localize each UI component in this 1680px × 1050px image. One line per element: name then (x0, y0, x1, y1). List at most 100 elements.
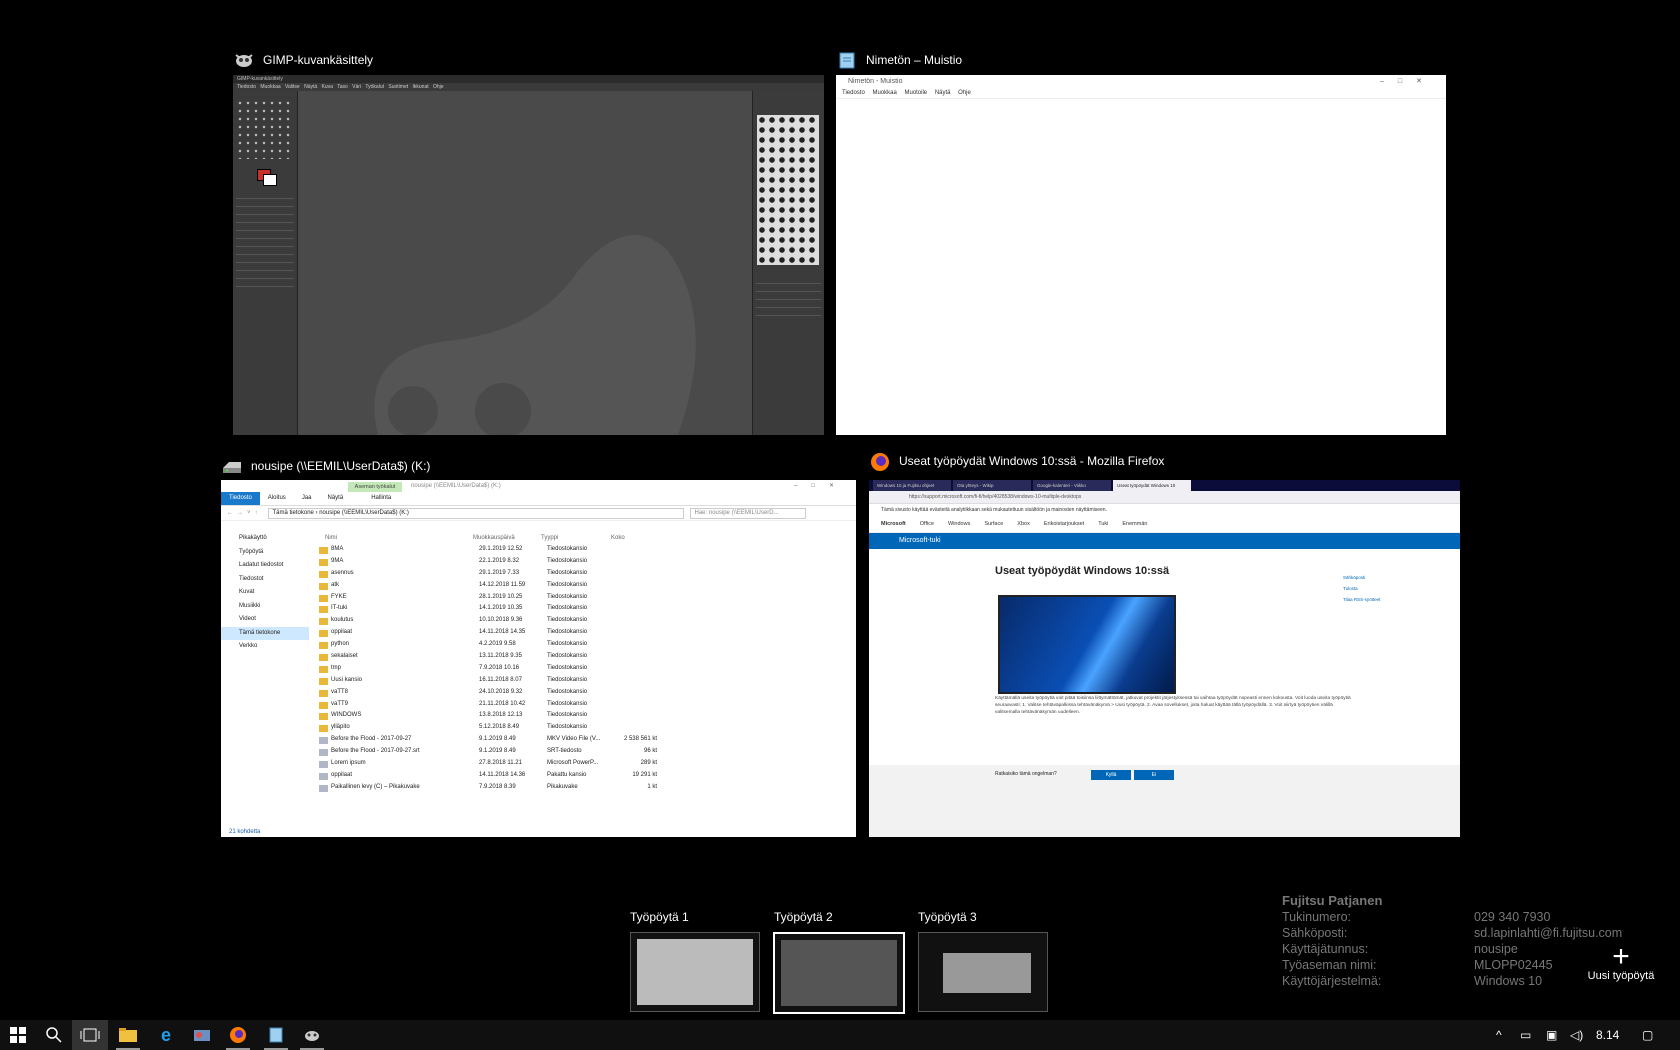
file-name-text: IT-tuki (331, 605, 348, 612)
sidebar-link[interactable]: Sähköposti (1343, 572, 1380, 583)
table-row[interactable]: oppilaat 14.11.2018 14.35 Tiedostokansio (317, 627, 856, 639)
file-name-text: 9MA (331, 557, 344, 564)
nav-item-tama-tietokone[interactable]: Tämä tietokone (221, 626, 309, 640)
ribbon-tab-nayta[interactable]: Näytä (320, 492, 352, 505)
gimp-window-thumbnail[interactable]: GIMP-kuvankäsittely Tiedosto Muokkaa Val… (233, 75, 824, 435)
firefox-icon (230, 1027, 246, 1043)
gimp-window-title[interactable]: GIMP-kuvankäsittely (233, 50, 373, 70)
nav-item-videot[interactable]: Videot (221, 613, 309, 627)
table-row[interactable]: sekalaiset 13.11.2018 9.35 Tiedostokansio (317, 651, 856, 663)
gimp-canvas[interactable] (298, 91, 752, 435)
nav-link[interactable]: Windows (948, 516, 970, 532)
table-row[interactable]: Uusi kansio 16.11.2018 8.07 Tiedostokansio (317, 675, 856, 687)
table-row[interactable]: atk 14.12.2018 11.59 Tiedostokansio (317, 580, 856, 592)
table-row[interactable]: IT-tuki 14.1.2019 10.35 Tiedostokansio (317, 603, 856, 615)
start-button[interactable] (0, 1020, 36, 1050)
table-row[interactable]: ylläpito 5.12.2018 8.49 Tiedostokansio (317, 722, 856, 734)
ribbon-tab-hallinta[interactable]: Hallinta (363, 492, 399, 505)
nav-link[interactable]: Xbox (1017, 516, 1030, 532)
sidebar-link[interactable]: Tulosta (1343, 583, 1380, 594)
nav-link[interactable]: Tuki (1098, 516, 1108, 532)
nav-item-pikakaytto[interactable]: Pikakäyttö (221, 532, 309, 546)
table-row[interactable]: tmp 7.9.2018 10.16 Tiedostokansio (317, 663, 856, 675)
notepad-window-title[interactable]: Nimetön – Muistio (836, 50, 962, 70)
table-row[interactable]: FYKE 28.1.2019 10.25 Tiedostokansio (317, 592, 856, 604)
no-button[interactable]: Ei (1134, 770, 1174, 780)
nav-arrows-icon[interactable]: ←→˅↑ (227, 510, 262, 516)
table-row[interactable]: Before the Flood - 2017-09-27 9.1.2019 8.… (317, 734, 856, 746)
desktop-3-thumbnail[interactable] (918, 932, 1048, 1012)
url-bar[interactable]: https://support.microsoft.com/fi-fi/help… (869, 491, 1460, 504)
nav-item-verkko[interactable]: Verkko (221, 640, 309, 654)
table-row[interactable]: Lorem ipsum 27.8.2018 11.21 Microsoft Powe… (317, 758, 856, 770)
notepad-taskbar-button[interactable] (258, 1020, 294, 1050)
support-bar: Microsoft-tuki (869, 533, 1460, 549)
ribbon-tab-aloitus[interactable]: Aloitus (260, 492, 294, 505)
table-row[interactable]: 8MA 29.1.2019 12.52 Tiedostokansio (317, 544, 856, 556)
file-explorer-taskbar-button[interactable] (110, 1020, 146, 1050)
desktop-2-thumbnail[interactable] (773, 932, 905, 1014)
network-icon[interactable]: ▣ (1546, 1028, 1557, 1042)
context-tab[interactable]: Aseman työkalut (348, 482, 402, 492)
gimp-tool-icons (236, 99, 294, 159)
task-view-button[interactable] (72, 1020, 108, 1050)
ribbon-tab-jaa[interactable]: Jaa (294, 492, 320, 505)
firefox-window-thumbnail[interactable]: Windows 10 ja Fujitsu ohjeet Ota yhteys … (869, 480, 1460, 837)
table-row[interactable]: asennus 29.1.2019 7.33 Tiedostokansio (317, 568, 856, 580)
nav-item-ladatut[interactable]: Ladatut tiedostot (221, 559, 309, 573)
volume-icon[interactable]: ◁) (1570, 1028, 1583, 1042)
browser-tab[interactable]: Windows 10 ja Fujitsu ohjeet (873, 480, 951, 491)
app-taskbar-button[interactable] (184, 1020, 220, 1050)
table-row[interactable]: Paikallinen levy (C) – Pikakuvake 7.9.201… (317, 782, 856, 794)
notepad-icon (836, 50, 858, 70)
browser-tab-active[interactable]: Useat työpöydät Windows 10 (1113, 480, 1191, 491)
table-row[interactable]: 9MA 22.1.2019 8.32 Tiedostokansio (317, 556, 856, 568)
file-name: Lorem ipsum (317, 758, 479, 770)
ribbon-tab-tiedosto[interactable]: Tiedosto (221, 492, 260, 505)
search-button[interactable] (36, 1020, 72, 1050)
table-row[interactable]: koulutus 10.10.2018 9.36 Tiedostokansio (317, 615, 856, 627)
notepad-window-thumbnail[interactable]: Nimetön - Muistio –□✕ Tiedosto Muokkaa M… (836, 75, 1446, 435)
notepad-text-area[interactable] (836, 99, 1446, 435)
search-input[interactable]: Hae: nousipe (\\EEMIL\UserD... (689, 507, 806, 519)
explorer-window-title[interactable]: nousipe (\\EEMIL\UserData$) (K:) (221, 456, 430, 476)
battery-icon[interactable]: ▭ (1520, 1028, 1531, 1042)
article-heading: Useat työpöydät Windows 10:ssä (995, 565, 1170, 577)
address-bar[interactable]: Tämä tietokone › nousipe (\\EEMIL\UserDa… (267, 507, 684, 519)
explorer-window-thumbnail[interactable]: Aseman työkalut nousipe (\\EEMIL\UserDat… (221, 480, 856, 837)
nav-item-kuvat[interactable]: Kuvat (221, 586, 309, 600)
nav-item-tiedostot[interactable]: Tiedostot (221, 573, 309, 587)
microsoft-logo[interactable]: Microsoft (881, 516, 906, 532)
browser-tab[interactable]: Google-kalenteri - Viikko (1033, 480, 1111, 491)
nav-item-musiikki[interactable]: Musiikki (221, 600, 309, 614)
nav-link[interactable]: Surface (984, 516, 1003, 532)
column-muokkauspaiva[interactable]: Muokkauspäivä (473, 532, 541, 544)
yes-button[interactable]: Kyllä (1091, 770, 1131, 780)
gimp-taskbar-button[interactable] (294, 1020, 330, 1050)
table-row[interactable]: python 4.2.2019 9.58 Tiedostokansio (317, 639, 856, 651)
table-row[interactable]: vaTT9 21.11.2018 10.42 Tiedostokansio (317, 699, 856, 711)
firefox-taskbar-button[interactable] (220, 1020, 256, 1050)
table-row[interactable]: WINDOWS 13.8.2018 12.13 Tiedostokansio (317, 710, 856, 722)
nav-link[interactable]: Erikoistarjoukset (1044, 516, 1084, 532)
nav-item-tyopoyta[interactable]: Työpöytä (221, 546, 309, 560)
new-desktop-button[interactable]: + Uusi työpöytä (1582, 942, 1660, 983)
nav-link[interactable]: Enemmän (1122, 516, 1147, 532)
table-row[interactable]: Before the Flood - 2017-09-27.srt 9.1.201… (317, 746, 856, 758)
internet-explorer-taskbar-button[interactable]: e (148, 1020, 184, 1050)
firefox-window-title[interactable]: Useat työpöydät Windows 10:ssä - Mozilla… (869, 451, 1164, 471)
column-nimi[interactable]: Nimi (317, 532, 473, 544)
table-row[interactable]: vaTT8 24.10.2018 9.32 Tiedostokansio (317, 687, 856, 699)
column-koko[interactable]: Koko (611, 532, 651, 544)
browser-tab[interactable]: Ota yhteys - Wikip (953, 480, 1031, 491)
desktop-1-thumbnail[interactable] (630, 932, 760, 1012)
nav-label: Kuvat (239, 589, 255, 595)
file-name: FYKE (317, 592, 479, 604)
sidebar-link[interactable]: Tilaa RSS-syötteet (1343, 594, 1380, 605)
nav-link[interactable]: Office (920, 516, 934, 532)
chevron-up-icon[interactable]: ^ (1496, 1028, 1502, 1042)
column-tyyppi[interactable]: Tyyppi (541, 532, 611, 544)
action-center-icon[interactable]: ▢ (1642, 1028, 1653, 1042)
table-row[interactable]: oppilaat 14.11.2018 14.36 Pakattu kansio 19… (317, 770, 856, 782)
clock[interactable]: 8.14 (1596, 1028, 1619, 1042)
